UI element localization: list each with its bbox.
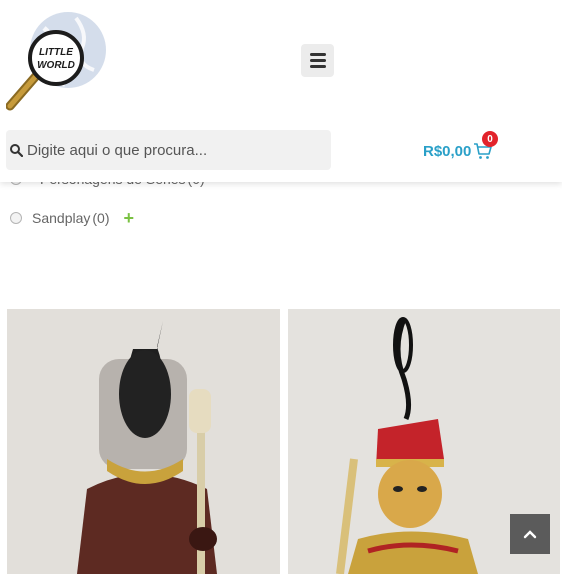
site-header: LITTLE WORLD R$0,00 0	[0, 0, 562, 182]
filter-count: (0)	[92, 210, 110, 226]
filter-item-sandplay[interactable]: Sandplay (0) +	[10, 209, 134, 227]
cart-total: R$0,00	[423, 142, 472, 160]
search-input[interactable]	[25, 140, 319, 160]
chevron-up-icon	[523, 530, 537, 539]
cart-count-badge: 0	[482, 131, 498, 147]
logo-text-1: LITTLE	[39, 47, 73, 58]
filter-radio[interactable]	[10, 212, 22, 224]
hamburger-menu-button[interactable]	[301, 44, 334, 77]
logo-text-2: WORLD	[37, 60, 75, 71]
filter-label: Sandplay	[32, 210, 91, 226]
menu-icon	[309, 59, 326, 62]
cart-button[interactable]: R$0,00 0	[423, 131, 498, 161]
menu-icon	[309, 65, 326, 68]
search-icon	[10, 144, 23, 157]
search-bar[interactable]	[6, 130, 331, 170]
product-image-anubis[interactable]	[7, 309, 280, 574]
scroll-to-top-button[interactable]	[510, 514, 550, 554]
expand-plus-icon[interactable]: +	[124, 209, 135, 227]
little-world-logo[interactable]: LITTLE WORLD	[5, 8, 110, 112]
menu-icon	[309, 53, 326, 56]
